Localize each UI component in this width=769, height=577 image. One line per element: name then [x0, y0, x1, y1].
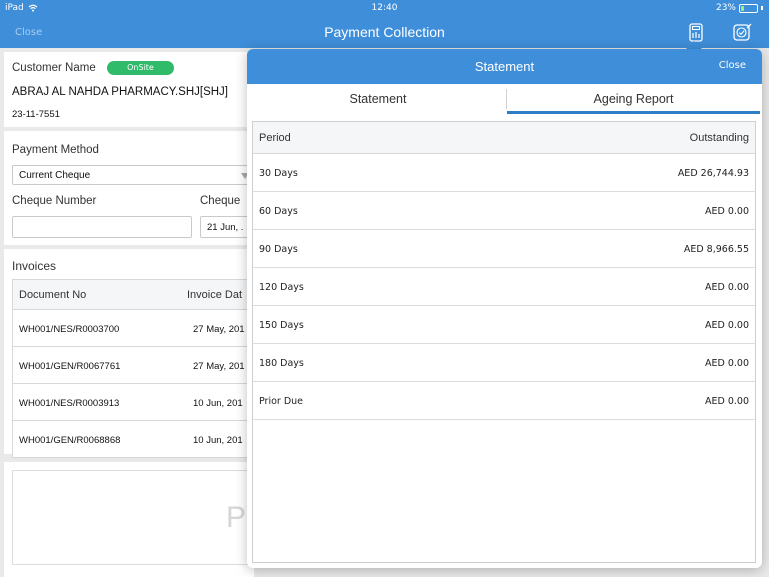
- invoice-col-date: Invoice Dat: [187, 289, 243, 301]
- period: 150 Days: [259, 320, 304, 331]
- invoice-row[interactable]: WH001/NES/R0003700 27 May, 201: [12, 310, 252, 347]
- popover-caret: [686, 41, 702, 49]
- statement-modal: Statement Close Statement Ageing Report …: [247, 49, 762, 568]
- nav-bar: Close Payment Collection: [0, 18, 769, 48]
- period: 90 Days: [259, 244, 298, 255]
- status-bar: iPad 12:40 23%: [0, 0, 769, 18]
- period: 120 Days: [259, 282, 304, 293]
- invoice-date: 10 Jun, 201: [193, 435, 243, 446]
- cheque-number-label: Cheque Number: [12, 195, 97, 207]
- period: 180 Days: [259, 358, 304, 369]
- status-time: 12:40: [371, 3, 398, 13]
- invoice-doc: WH001/GEN/R0067761: [19, 361, 121, 372]
- nav-title: Payment Collection: [324, 24, 445, 40]
- modal-tabs: Statement Ageing Report: [250, 86, 760, 114]
- battery-percent: 23%: [715, 3, 736, 13]
- ageing-table: Period Outstanding 30 Days AED 26,744.93…: [252, 121, 756, 563]
- customer-name-label: Customer Name: [12, 62, 96, 74]
- payment-method-card: Payment Method Current Cheque Cheque Num…: [4, 131, 260, 245]
- period: 60 Days: [259, 206, 298, 217]
- invoice-table-header: Document No Invoice Dat: [12, 279, 252, 310]
- payment-method-value: Current Cheque: [19, 170, 91, 181]
- invoice-col-doc: Document No: [19, 289, 87, 301]
- amount: AED 0.00: [705, 396, 749, 407]
- payment-method-select[interactable]: Current Cheque: [12, 165, 252, 185]
- edit-check-icon[interactable]: [731, 22, 753, 44]
- col-outstanding: Outstanding: [689, 132, 749, 144]
- period: 30 Days: [259, 168, 298, 179]
- cheque-date-value: 21 Jun, .: [207, 222, 244, 233]
- amount: AED 26,744.93: [677, 168, 749, 179]
- signature-card: P: [4, 462, 254, 577]
- battery-icon: [739, 3, 758, 13]
- amount: AED 0.00: [705, 206, 749, 217]
- customer-date: 23-11-7551: [12, 109, 60, 120]
- amount: AED 8,966.55: [683, 244, 749, 255]
- ageing-table-header: Period Outstanding: [253, 122, 755, 154]
- modal-header: Statement Close: [247, 49, 762, 84]
- customer-card: Customer Name OnSite ABRAJ AL NAHDA PHAR…: [4, 52, 254, 127]
- ageing-row: 90 Days AED 8,966.55: [253, 230, 755, 268]
- invoice-row[interactable]: WH001/GEN/R0067761 27 May, 201: [12, 347, 252, 384]
- modal-title: Statement: [474, 59, 535, 74]
- period: Prior Due: [259, 396, 304, 407]
- invoice-date: 10 Jun, 201: [193, 398, 243, 409]
- payment-method-label: Payment Method: [12, 144, 99, 156]
- ageing-row: 60 Days AED 0.00: [253, 192, 755, 230]
- col-period: Period: [259, 132, 291, 144]
- ageing-row: 120 Days AED 0.00: [253, 268, 755, 306]
- modal-close-button[interactable]: Close: [719, 60, 746, 71]
- invoice-doc: WH001/NES/R0003700: [19, 324, 120, 335]
- status-right: 23%: [716, 3, 763, 13]
- invoice-doc: WH001/GEN/R0068868: [19, 435, 121, 446]
- right-edge: [762, 48, 769, 577]
- onsite-badge: OnSite: [107, 61, 174, 75]
- ageing-row: 30 Days AED 26,744.93: [253, 154, 755, 192]
- amount: AED 0.00: [705, 358, 749, 369]
- cheque-date-label: Cheque: [200, 195, 241, 207]
- tab-statement[interactable]: Statement: [250, 86, 506, 114]
- cheque-number-input[interactable]: [12, 216, 192, 238]
- ageing-row: 150 Days AED 0.00: [253, 306, 755, 344]
- customer-name: ABRAJ AL NAHDA PHARMACY.SHJ[SHJ]: [12, 86, 229, 98]
- tab-ageing-report[interactable]: Ageing Report: [507, 86, 760, 114]
- ageing-row: Prior Due AED 0.00: [253, 382, 755, 420]
- signature-placeholder: P: [226, 501, 247, 534]
- ageing-row: 180 Days AED 0.00: [253, 344, 755, 382]
- invoice-row[interactable]: WH001/NES/R0003913 10 Jun, 201: [12, 384, 252, 421]
- amount: AED 0.00: [705, 320, 749, 331]
- battery-tip: [761, 6, 763, 10]
- invoices-label: Invoices: [12, 259, 57, 273]
- invoice-date: 27 May, 201: [193, 361, 245, 372]
- payment-form: Customer Name OnSite ABRAJ AL NAHDA PHAR…: [0, 48, 260, 577]
- invoice-doc: WH001/NES/R0003913: [19, 398, 120, 409]
- invoice-date: 27 May, 201: [193, 324, 245, 335]
- amount: AED 0.00: [705, 282, 749, 293]
- signature-area[interactable]: P: [12, 470, 252, 565]
- invoice-row[interactable]: WH001/GEN/R0068868 10 Jun, 201: [12, 421, 252, 458]
